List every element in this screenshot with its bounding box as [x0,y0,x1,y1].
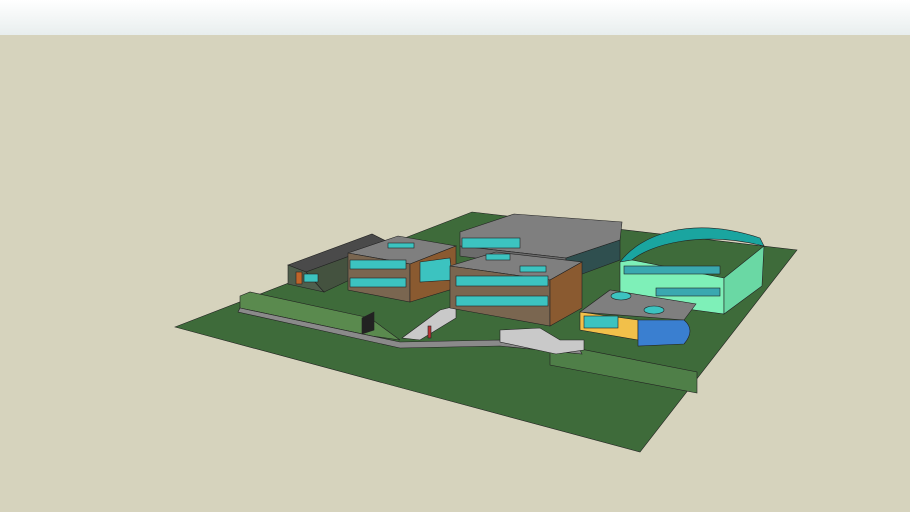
left-block-windows-2 [349,277,407,288]
small-building-door [295,271,303,285]
back-building-windows [461,237,521,249]
sports-hall-windows [655,287,721,297]
pavilion-blue-drum [637,319,691,347]
center-block-windows-1 [455,275,549,287]
person-figure [427,325,432,339]
rooftop-drum [610,291,632,301]
left-block-windows-1 [349,259,407,270]
3d-model-viewport[interactable] [0,0,910,512]
skylights [485,253,511,261]
bridge-link [419,257,453,283]
rooftop-drum [643,305,665,315]
skylights [519,265,547,273]
small-building-window [303,273,319,283]
skylights [387,242,415,249]
sports-hall-windows [623,265,721,275]
center-block-windows-2 [455,295,549,307]
pavilion-windows [583,315,619,329]
